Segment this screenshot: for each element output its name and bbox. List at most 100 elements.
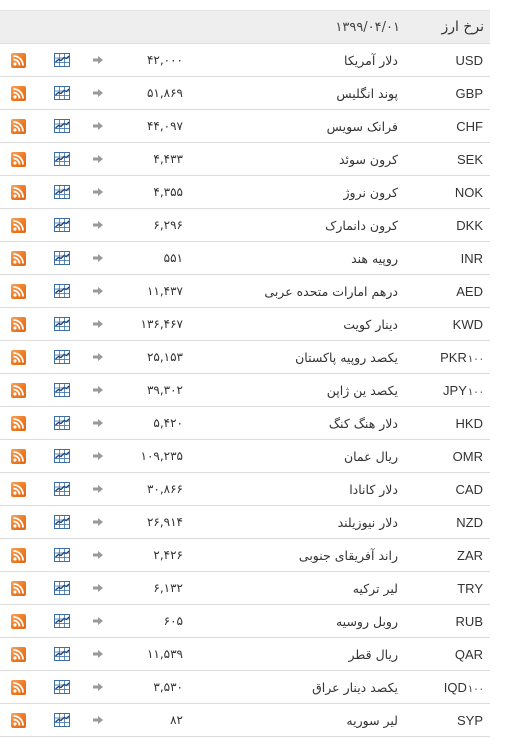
- arrow-right-icon: [92, 374, 104, 406]
- currency-code-text: OMR: [452, 448, 483, 464]
- currency-rate: ۳۹,۳۰۲: [146, 383, 183, 397]
- table-row-dkk: DKK کرون دانمارک ۶,۲۹۶: [0, 209, 490, 242]
- rss-feed-icon[interactable]: [10, 176, 26, 208]
- arrow-right-icon: [92, 143, 104, 175]
- line-chart-icon[interactable]: [54, 275, 70, 307]
- table-row-omr: OMR ریال عمان ۱۰۹,۲۳۵: [0, 440, 490, 473]
- currency-unit: ۱۰۰: [467, 386, 484, 398]
- currency-code-text: AED: [456, 283, 483, 299]
- line-chart-icon[interactable]: [54, 374, 70, 406]
- line-chart-icon[interactable]: [54, 539, 70, 571]
- line-chart-icon[interactable]: [54, 671, 70, 703]
- currency-code-text: SYP: [456, 712, 483, 728]
- currency-code-text: RUB: [455, 613, 483, 629]
- arrow-right-icon: [92, 308, 104, 340]
- currency-rate: ۲۵,۱۵۳: [146, 350, 183, 364]
- line-chart-icon[interactable]: [54, 143, 70, 175]
- line-chart-icon[interactable]: [54, 473, 70, 505]
- currency-rate: ۱۱,۵۳۹: [146, 647, 183, 661]
- currency-code: CAD: [456, 473, 484, 505]
- rss-feed-icon[interactable]: [10, 341, 26, 373]
- currency-code: KWD: [453, 308, 484, 340]
- currency-code-text: SEK: [456, 151, 483, 167]
- rss-feed-icon[interactable]: [10, 374, 26, 406]
- currency-rate: ۶۰۵: [163, 614, 183, 628]
- currency-code-text: USD: [455, 52, 483, 68]
- line-chart-icon[interactable]: [54, 308, 70, 340]
- currency-unit: ۱۰۰: [467, 353, 484, 365]
- rss-feed-icon[interactable]: [10, 638, 26, 670]
- table-title: نرخ ارز: [441, 19, 484, 35]
- rss-feed-icon[interactable]: [10, 209, 26, 241]
- currency-rate: ۱۰۹,۲۳۵: [140, 449, 184, 463]
- line-chart-icon[interactable]: [54, 242, 70, 274]
- currency-name: یکصد روپیه پاکستان: [295, 349, 398, 365]
- table-row-cad: CAD دلار کانادا ۳۰,۸۶۶: [0, 473, 490, 506]
- currency-code: CHF: [456, 110, 484, 142]
- rss-feed-icon[interactable]: [10, 440, 26, 472]
- line-chart-icon[interactable]: [54, 341, 70, 373]
- rss-feed-icon[interactable]: [10, 671, 26, 703]
- arrow-right-icon: [92, 671, 104, 703]
- table-row-nok: NOK کرون نروژ ۴,۳۵۵: [0, 176, 490, 209]
- rss-feed-icon[interactable]: [10, 77, 26, 109]
- rss-feed-icon[interactable]: [10, 539, 26, 571]
- table-row-try: TRY لیر ترکیه ۶,۱۳۲: [0, 572, 490, 605]
- currency-name: لیر ترکیه: [352, 580, 398, 596]
- table-header: نرخ ارز ۱۳۹۹/۰۴/۰۱: [0, 10, 490, 44]
- currency-name: دلار نیوزیلند: [337, 514, 398, 530]
- line-chart-icon[interactable]: [54, 605, 70, 637]
- line-chart-icon[interactable]: [54, 44, 70, 76]
- rss-feed-icon[interactable]: [10, 242, 26, 274]
- rss-feed-icon[interactable]: [10, 605, 26, 637]
- currency-name: کرون نروژ: [343, 184, 399, 200]
- arrow-right-icon: [92, 440, 104, 472]
- line-chart-icon[interactable]: [54, 572, 70, 604]
- exchange-rate-table: نرخ ارز ۱۳۹۹/۰۴/۰۱ USD دلار آمریکا ۴۲,۰۰…: [0, 10, 490, 737]
- line-chart-icon[interactable]: [54, 704, 70, 736]
- currency-code: AED: [456, 275, 484, 307]
- arrow-right-icon: [92, 176, 104, 208]
- line-chart-icon[interactable]: [54, 506, 70, 538]
- rss-feed-icon[interactable]: [10, 44, 26, 76]
- line-chart-icon[interactable]: [54, 77, 70, 109]
- currency-code: HKD: [456, 407, 484, 439]
- rss-feed-icon[interactable]: [10, 473, 26, 505]
- currency-unit: ۱۰۰: [467, 683, 484, 695]
- arrow-right-icon: [92, 110, 104, 142]
- rss-feed-icon[interactable]: [10, 110, 26, 142]
- currency-rate: ۱۱,۴۳۷: [146, 284, 183, 298]
- line-chart-icon[interactable]: [54, 110, 70, 142]
- rss-feed-icon[interactable]: [10, 407, 26, 439]
- arrow-right-icon: [92, 572, 104, 604]
- currency-rate: ۴,۴۳۳: [153, 152, 183, 166]
- rss-feed-icon[interactable]: [10, 143, 26, 175]
- table-row-iqd: IQD ۱۰۰ یکصد دینار عراق ۳,۵۳۰: [0, 671, 490, 704]
- line-chart-icon[interactable]: [54, 638, 70, 670]
- rss-feed-icon[interactable]: [10, 572, 26, 604]
- currency-name: دلار آمریکا: [344, 52, 398, 68]
- currency-code-text: KWD: [452, 316, 483, 332]
- arrow-right-icon: [92, 506, 104, 538]
- line-chart-icon[interactable]: [54, 176, 70, 208]
- table-row-syp: SYP لیر سوریه ۸۲: [0, 704, 490, 737]
- line-chart-icon[interactable]: [54, 440, 70, 472]
- currency-code: SEK: [457, 143, 484, 175]
- currency-code: RUB: [456, 605, 484, 637]
- line-chart-icon[interactable]: [54, 209, 70, 241]
- rss-feed-icon[interactable]: [10, 308, 26, 340]
- currency-code: PKR ۱۰۰: [440, 341, 484, 373]
- currency-code: DKK: [456, 209, 484, 241]
- currency-code-text: NOK: [454, 184, 483, 200]
- currency-code: GBP: [456, 77, 484, 109]
- arrow-right-icon: [92, 77, 104, 109]
- line-chart-icon[interactable]: [54, 407, 70, 439]
- rss-feed-icon[interactable]: [10, 275, 26, 307]
- table-row-nzd: NZD دلار نیوزیلند ۲۶,۹۱۴: [0, 506, 490, 539]
- rss-feed-icon[interactable]: [10, 704, 26, 736]
- arrow-right-icon: [92, 605, 104, 637]
- rss-feed-icon[interactable]: [10, 506, 26, 538]
- currency-rate: ۵۵۱: [163, 251, 183, 265]
- table-row-pkr: PKR ۱۰۰ یکصد روپیه پاکستان ۲۵,۱۵۳: [0, 341, 490, 374]
- arrow-right-icon: [92, 242, 104, 274]
